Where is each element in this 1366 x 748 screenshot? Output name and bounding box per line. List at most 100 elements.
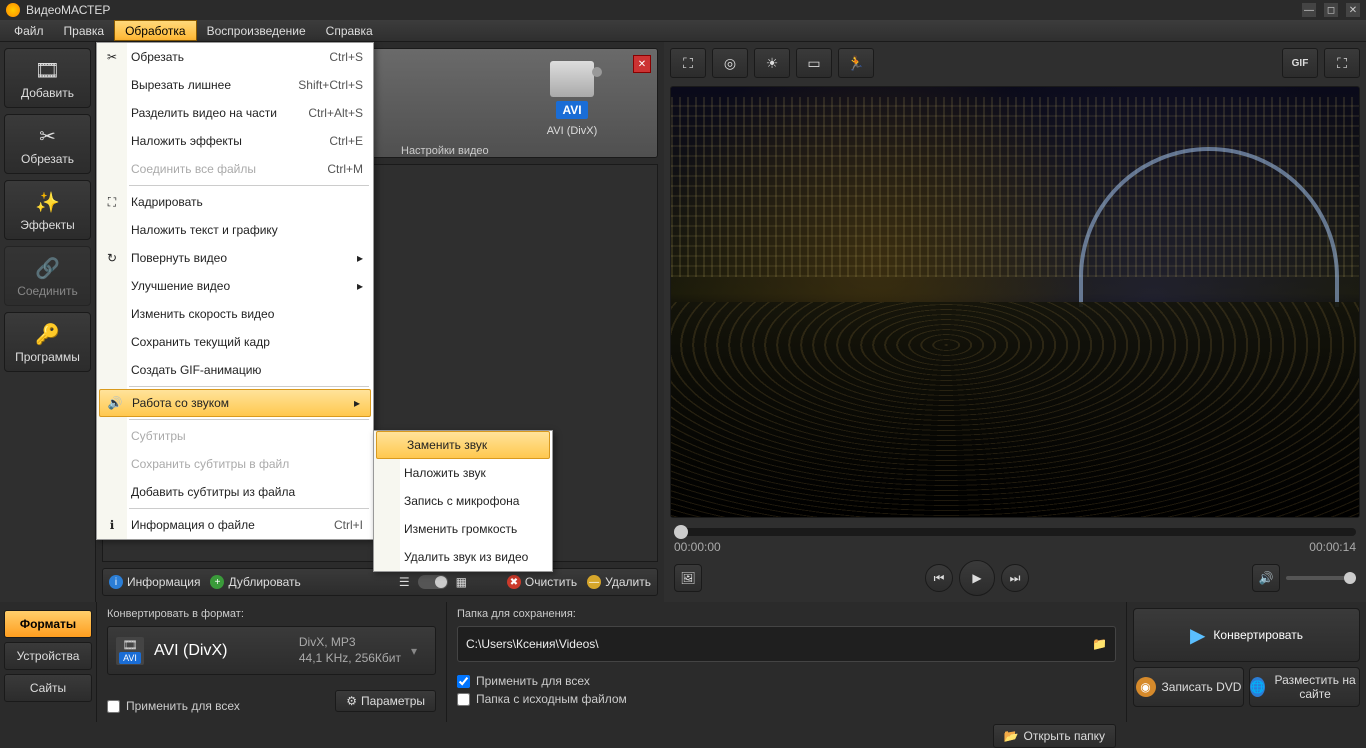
menu-item-icon: ⛶ [103,193,121,211]
browse-folder-icon[interactable]: 📁 [1092,637,1107,651]
menu-item[interactable]: Вырезать лишнееShift+Ctrl+S [97,71,373,99]
menu-item[interactable]: Наложить эффектыCtrl+E [97,127,373,155]
menu-item-icon: ℹ [103,516,121,534]
добавить-icon: 🎞 [34,56,62,84]
convert-button[interactable]: ▶Конвертировать [1133,608,1360,662]
menu-правка[interactable]: Правка [54,20,115,41]
volume-slider[interactable] [1286,576,1356,580]
next-button[interactable]: ⏭ [1001,564,1029,592]
aspect-tool-button[interactable]: ◎ [712,48,748,78]
folder-icon: 📂 [1004,729,1019,743]
menu-item[interactable]: Сохранить текущий кадр [97,328,373,356]
эффекты-icon: ✨ [34,188,62,216]
menu-item-icon: ✂ [103,48,121,66]
camcorder-icon [550,61,594,97]
submenu-item[interactable]: Наложить звук [374,459,552,487]
speed-tool-button[interactable]: 🏃 [838,48,874,78]
tab-форматы[interactable]: Форматы [4,610,92,638]
submenu-item[interactable]: Заменить звук [376,431,550,459]
fullscreen-button[interactable]: ⛶ [1324,48,1360,78]
menu-item[interactable]: ↻Повернуть видео▸ [97,244,373,272]
menu-item[interactable]: Наложить текст и графику [97,216,373,244]
menu-item[interactable]: Изменить скорость видео [97,300,373,328]
frame-tool-button[interactable]: ▭ [796,48,832,78]
menu-item[interactable]: Создать GIF-анимацию [97,356,373,384]
info-button[interactable]: iИнформация [109,575,200,589]
publish-button[interactable]: 🌐Разместить на сайте [1249,667,1360,707]
globe-icon: 🌐 [1250,677,1265,697]
crop-tool-button[interactable]: ⛶ [670,48,706,78]
submenu-item[interactable]: Удалить звук из видео [374,543,552,571]
close-button[interactable]: ✕ [1346,3,1360,17]
play-button[interactable]: ▶ [959,560,995,596]
apply-all-format-checkbox[interactable]: Применить для всех [107,699,240,713]
menu-item: Сохранить субтитры в файл [97,450,373,478]
menu-item[interactable]: Разделить видео на частиCtrl+Alt+S [97,99,373,127]
minimize-button[interactable]: — [1302,3,1316,17]
tab-сайты[interactable]: Сайты [4,674,92,702]
apply-all-folder-checkbox[interactable]: Применить для всех [457,674,1116,688]
submenu-arrow-icon: ▸ [357,251,363,265]
sidebar-добавить[interactable]: 🎞Добавить [4,48,91,108]
sidebar-обрезать[interactable]: ✂Обрезать [4,114,91,174]
close-tab-button[interactable]: ✕ [633,55,651,73]
open-folder-button[interactable]: 📂Открыть папку [993,724,1116,748]
format-preview[interactable]: AVI AVI (DivX) [537,61,607,137]
volume-button[interactable]: 🔊 [1252,564,1280,592]
программы-icon: 🔑 [34,320,62,348]
maximize-button[interactable]: ◻ [1324,3,1338,17]
menu-файл[interactable]: Файл [4,20,54,41]
app-logo-icon [6,3,20,17]
menu-item-icon: ↻ [103,249,121,267]
submenu-arrow-icon: ▸ [354,396,360,410]
snapshot-button[interactable]: 🖼 [674,564,702,592]
menu-воспроизведение[interactable]: Воспроизведение [197,20,316,41]
play-arrow-icon: ▶ [1190,623,1205,648]
view-toggle[interactable] [418,575,448,589]
menu-item[interactable]: Улучшение видео▸ [97,272,373,300]
parameters-button[interactable]: ⚙Параметры [335,690,436,712]
обрезать-icon: ✂ [34,122,62,150]
menu-item[interactable]: ✂ОбрезатьCtrl+S [97,43,373,71]
submenu-arrow-icon: ▸ [357,279,363,293]
video-preview[interactable] [670,86,1360,518]
view-list-icon[interactable]: ☰ [399,575,410,589]
brightness-tool-button[interactable]: ☀ [754,48,790,78]
delete-button[interactable]: —Удалить [587,575,651,589]
format-badge: AVI [556,101,587,119]
menu-item-icon: 🔊 [106,394,124,412]
window-title: ВидеоМАСТЕР [26,3,110,17]
sidebar-эффекты[interactable]: ✨Эффекты [4,180,91,240]
format-name: AVI (DivX) [154,642,227,660]
menu-item[interactable]: Добавить субтитры из файла [97,478,373,506]
video-settings-label: Настройки видео [401,145,489,157]
menu-обработка[interactable]: Обработка [114,20,197,41]
menu-item: Субтитры [97,422,373,450]
соединить-icon: 🔗 [34,254,62,282]
time-current: 00:00:00 [674,540,721,554]
sidebar-соединить: 🔗Соединить [4,246,91,306]
menu-item[interactable]: ⛶Кадрировать [97,188,373,216]
view-grid-icon[interactable]: ▦ [456,575,467,589]
tab-устройства[interactable]: Устройства [4,642,92,670]
folder-path-field[interactable]: C:\Users\Ксения\Videos\ 📁 [457,626,1116,662]
prev-button[interactable]: ⏮ [925,564,953,592]
gear-icon: ⚙ [346,694,357,708]
menu-item[interactable]: 🔊Работа со звуком▸ [99,389,371,417]
save-folder-label: Папка для сохранения: [457,608,1116,620]
seek-slider[interactable] [674,528,1356,536]
film-icon: 🎞 [122,638,137,652]
submenu-item[interactable]: Изменить громкость [374,515,552,543]
submenu-item[interactable]: Запись с микрофона [374,487,552,515]
duplicate-button[interactable]: +Дублировать [210,575,300,589]
clear-button[interactable]: ✖Очистить [507,575,577,589]
gif-button[interactable]: GIF [1282,48,1318,78]
menu-item[interactable]: ℹИнформация о файлеCtrl+I [97,511,373,539]
format-details: DivX, MP344,1 KHz, 256Кбит [299,635,401,666]
burn-dvd-button[interactable]: ◉Записать DVD [1133,667,1244,707]
format-sublabel: AVI (DivX) [537,125,607,137]
format-selector[interactable]: 🎞 AVI AVI (DivX) DivX, MP344,1 KHz, 256К… [107,626,436,675]
source-folder-checkbox[interactable]: Папка с исходным файлом [457,692,1116,706]
menu-справка[interactable]: Справка [316,20,383,41]
sidebar-программы[interactable]: 🔑Программы [4,312,91,372]
